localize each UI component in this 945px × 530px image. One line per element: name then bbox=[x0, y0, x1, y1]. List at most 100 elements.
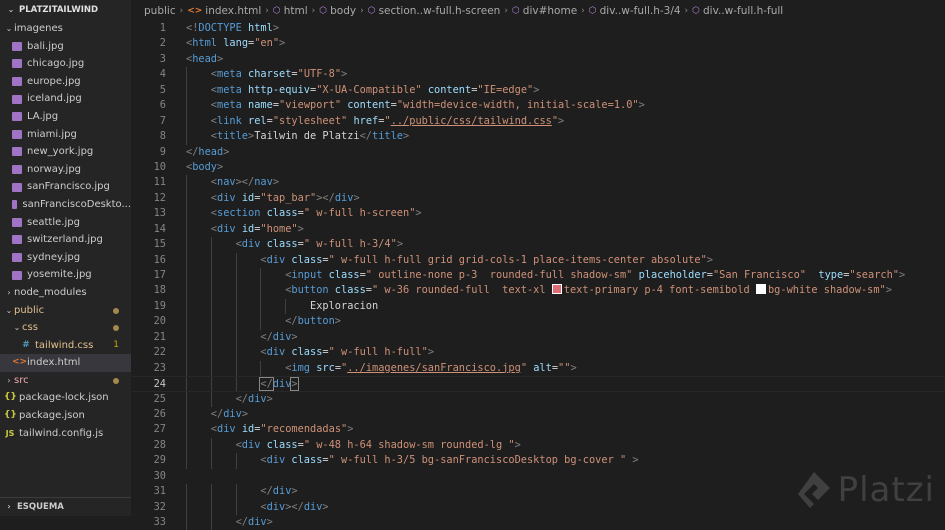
platzi-watermark: Platzi bbox=[796, 470, 935, 510]
tree-file[interactable]: new_york.jpg bbox=[0, 143, 131, 161]
tree-file[interactable]: sydney.jpg bbox=[0, 249, 131, 267]
code-line[interactable]: 15 <div class=" w-full h-3/4"> bbox=[131, 237, 945, 253]
code-token: div bbox=[248, 392, 267, 405]
line-number: 10 bbox=[153, 160, 166, 173]
tree-file[interactable]: sanFrancisco.jpg bbox=[0, 178, 131, 196]
tree-file[interactable]: seattle.jpg bbox=[0, 214, 131, 232]
code-area[interactable]: 1 <!DOCTYPE html> 2 <html lang="en"> 3 <head>… bbox=[131, 21, 945, 530]
indent-guide bbox=[210, 484, 212, 500]
breadcrumb-item[interactable]: body bbox=[330, 0, 356, 22]
code-token: " w-full h-full grid grid-cols-1 place-i… bbox=[328, 253, 707, 266]
code-line[interactable]: 26 </div> bbox=[131, 406, 945, 423]
code-line[interactable]: 10 <body> bbox=[131, 160, 945, 175]
code-token: > bbox=[638, 99, 645, 112]
code-line[interactable]: 2 <html lang="en"> bbox=[131, 36, 945, 51]
code-line[interactable]: 19 Exploracion bbox=[131, 298, 945, 315]
code-line[interactable]: 16 <div class=" w-full h-full grid grid-c… bbox=[131, 252, 945, 268]
indent-guide bbox=[186, 190, 187, 207]
tree-file[interactable]: {} package-lock.json bbox=[0, 389, 131, 407]
tree-folder[interactable]: › src bbox=[0, 372, 131, 390]
code-token: meta bbox=[217, 68, 242, 81]
tree-file[interactable]: <> index.html bbox=[0, 354, 131, 372]
code-line[interactable]: 20 </button> bbox=[131, 314, 945, 330]
code-text: <div id="recomendadas"> bbox=[211, 422, 354, 437]
code-line[interactable]: 1 <!DOCTYPE html> bbox=[131, 21, 945, 36]
code-line[interactable]: 7 <link rel="stylesheet" href="../public/… bbox=[131, 113, 945, 130]
html-file-icon: <> bbox=[12, 357, 28, 368]
tree-file[interactable]: # tailwind.css 1 bbox=[0, 337, 131, 355]
code-token: > bbox=[533, 83, 540, 96]
code-token: > bbox=[632, 454, 639, 467]
tree-item-label: sanFrancisco.jpg bbox=[27, 181, 110, 193]
tree-file[interactable]: europe.jpg bbox=[0, 73, 131, 91]
breadcrumb-item[interactable]: html bbox=[284, 0, 308, 22]
tree-file[interactable]: norway.jpg bbox=[0, 161, 131, 179]
code-line[interactable]: 3 <head> bbox=[131, 52, 945, 67]
code-line[interactable]: 11 <nav></nav> bbox=[131, 175, 945, 191]
tree-file[interactable]: yosemite.jpg bbox=[0, 266, 131, 284]
indent-guide bbox=[235, 453, 237, 469]
code-token: > bbox=[223, 145, 230, 158]
code-line[interactable]: 25 </div> bbox=[131, 391, 945, 407]
tree-file[interactable]: iceland.jpg bbox=[0, 90, 131, 108]
breadcrumb-item[interactable]: section..w-full.h-screen bbox=[379, 0, 501, 22]
explorer-project-header[interactable]: ⌄ PLATZITAILWIND bbox=[0, 0, 131, 20]
tree-folder[interactable]: › node_modules bbox=[0, 284, 131, 302]
color-swatch[interactable] bbox=[755, 284, 766, 295]
code-line[interactable]: 22 <div class=" w-full h-full"> bbox=[131, 345, 945, 361]
code-line[interactable]: 8 <title>Tailwin de Platzi</title> bbox=[131, 129, 945, 145]
code-line[interactable]: 27 <div id="recomendadas"> bbox=[131, 422, 945, 438]
tree-file[interactable]: sanFranciscoDeskto... bbox=[0, 196, 131, 214]
code-line[interactable]: 13 <section class=" w-full h-screen"> bbox=[131, 206, 945, 222]
modified-dot bbox=[113, 325, 119, 332]
code-token: "X-UA-Compatible" bbox=[316, 83, 422, 96]
code-line[interactable]: 12 <div id="tap_bar"></div> bbox=[131, 190, 945, 207]
tree-file[interactable]: switzerland.jpg bbox=[0, 231, 131, 249]
tree-file[interactable]: chicago.jpg bbox=[0, 55, 131, 73]
breadcrumb-item[interactable]: div..w-full.h-3/4 bbox=[600, 0, 681, 22]
code-line[interactable]: 9 </head> bbox=[131, 145, 945, 160]
code-line[interactable]: 33 </div> bbox=[131, 515, 945, 530]
outline-section-header[interactable]: › ESQUEMA bbox=[0, 497, 131, 516]
image-file-icon bbox=[12, 270, 22, 280]
tree-file[interactable]: JS tailwind.config.js bbox=[0, 425, 131, 443]
chevron-right-icon: › bbox=[684, 6, 689, 16]
tree-file[interactable]: LA.jpg bbox=[0, 108, 131, 126]
code-line[interactable]: 24 </div> bbox=[131, 376, 945, 392]
breadcrumb-item[interactable]: div..w-full.h-full bbox=[703, 0, 783, 22]
code-line[interactable]: 6 <meta name="viewport" content="width=de… bbox=[131, 98, 945, 114]
breadcrumb-item[interactable]: public bbox=[144, 0, 176, 22]
code-line[interactable]: 14 <div id="home"> bbox=[131, 221, 945, 238]
code-token: class bbox=[291, 454, 323, 467]
code-line[interactable]: 21 </div> bbox=[131, 329, 945, 346]
code-line[interactable]: 5 <meta http-equiv="X-UA-Compatible" cont… bbox=[131, 82, 945, 99]
code-line[interactable]: 18 <button class=" w-36 rounded-full text… bbox=[131, 283, 945, 299]
breadcrumb-item[interactable]: index.html bbox=[205, 0, 261, 22]
chevron-right-icon: › bbox=[265, 6, 269, 16]
color-swatch[interactable] bbox=[551, 284, 562, 295]
tree-folder[interactable]: ⌄ public bbox=[0, 302, 131, 320]
tree-item-label: index.html bbox=[27, 357, 81, 369]
chevron-right-icon: › bbox=[581, 6, 585, 16]
line-number: 7 bbox=[159, 114, 166, 127]
code-token: meta bbox=[217, 83, 242, 96]
code-text: Exploracion bbox=[310, 299, 378, 314]
code-line[interactable]: 28 <div class=" w-48 h-64 shadow-sm round… bbox=[131, 437, 945, 454]
code-text: <div class=" w-full h-3/4"> bbox=[236, 237, 403, 252]
tree-file[interactable]: miami.jpg bbox=[0, 126, 131, 144]
code-token: class bbox=[266, 438, 298, 451]
tree-folder[interactable]: ⌄ imagenes bbox=[0, 20, 131, 38]
breadcrumb-item[interactable]: div#home bbox=[523, 0, 577, 22]
code-token: " w-48 h-64 shadow-sm rounded-lg " bbox=[303, 438, 515, 451]
tree-file[interactable]: {} package.json bbox=[0, 407, 131, 425]
indent-guide bbox=[186, 298, 187, 315]
code-line[interactable]: 17 <input class=" outline-none p-3 rounde… bbox=[131, 268, 945, 284]
code-line[interactable]: 29 <div class=" w-full h-3/5 bg-sanFranci… bbox=[131, 453, 945, 469]
tree-file[interactable]: bali.jpg bbox=[0, 38, 131, 56]
code-line[interactable]: 23 <img src="../imagenes/sanFrancisco.jpg… bbox=[131, 360, 945, 377]
chevron-right-icon: › bbox=[360, 6, 364, 16]
code-token: class bbox=[334, 284, 366, 297]
code-token: > bbox=[899, 269, 906, 281]
tree-folder[interactable]: ⌄ css bbox=[0, 319, 131, 337]
code-line[interactable]: 4 <meta charset="UTF-8"> bbox=[131, 67, 945, 83]
